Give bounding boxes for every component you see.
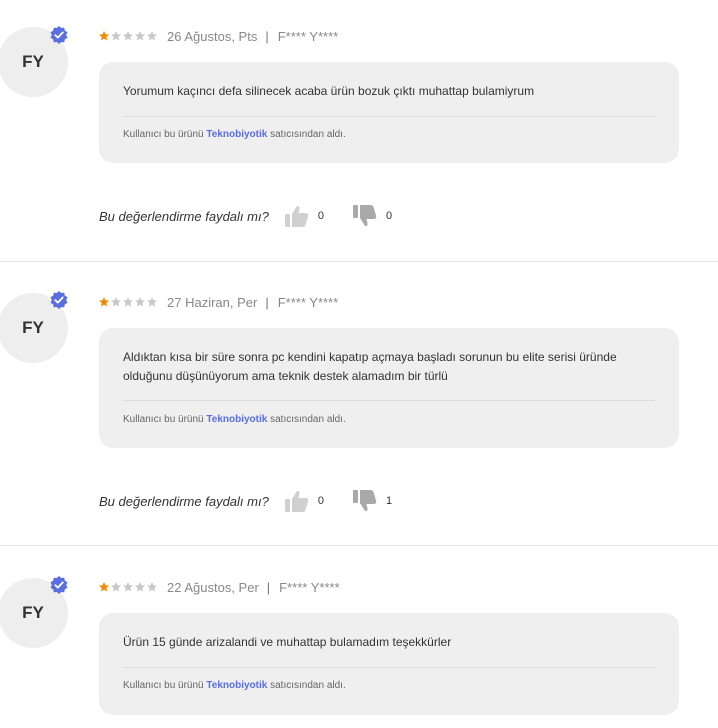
seller-suffix: satıcısından aldı. [270,414,346,425]
helpful-question: Bu değerlendirme faydalı mı? [99,493,269,509]
dislike-button[interactable]: 0 [352,204,392,228]
avatar-initials: FY [22,318,44,337]
star-empty-icon [135,297,145,307]
seller-info: Kullanıcı bu ürünü Teknobiyotik satıcısı… [123,680,346,691]
reviewer-name: F**** Y**** [279,579,340,595]
helpful-row: Bu değerlendirme faydalı mı? 0 0 [99,204,392,228]
comment-text: Ürün 15 günde arizalandi ve muhattap bul… [123,635,452,649]
star-rating [98,30,158,42]
meta-separator: | [265,294,269,310]
star-empty-icon [135,31,145,41]
review-date: 27 Haziran, Per [167,294,258,310]
comment-text: Aldıktan kısa bir süre sonra pc kendini … [123,350,617,383]
like-button[interactable]: 0 [284,204,324,228]
seller-prefix: Kullanıcı bu ürünü [123,129,204,140]
helpful-row: Bu değerlendirme faydalı mı? 0 1 [99,489,392,513]
seller-prefix: Kullanıcı bu ürünü [123,414,204,425]
seller-link[interactable]: Teknobiyotik [206,680,267,691]
seller-suffix: satıcısından aldı. [270,129,346,140]
review-separator [0,261,718,262]
like-button[interactable]: 0 [284,489,324,513]
reviewer-name: F**** Y**** [277,294,339,310]
star-empty-icon [147,31,157,41]
star-empty-icon [111,297,121,307]
avatar-initials: FY [22,603,44,622]
divider [123,667,655,668]
seller-prefix: Kullanıcı bu ürünü [123,680,204,691]
review-date: 22 Ağustos, Per [167,579,259,595]
thumbs-down-icon [352,490,377,512]
like-count: 0 [317,210,324,222]
verified-badge-icon [50,26,68,44]
star-empty-icon [147,297,157,307]
seller-suffix: satıcısından aldı. [270,680,346,691]
verified-badge-icon [50,576,68,594]
comment-bubble: Ürün 15 günde arizalandi ve muhattap bul… [99,613,679,715]
star-empty-icon [147,582,157,592]
comment-text: Yorumum kaçıncı defa silinecek acaba ürü… [123,84,535,98]
star-filled-icon [99,582,109,592]
star-empty-icon [123,297,133,307]
helpful-question: Bu değerlendirme faydalı mı? [99,208,269,224]
divider [123,400,655,401]
review-date: 26 Ağustos, Pts [167,28,258,44]
review-card: FY 26 Ağustos, Pts | F**** Y**** Yorumum… [0,0,718,262]
review-meta: 26 Ağustos, Pts | F**** Y**** [98,28,338,44]
star-empty-icon [123,31,133,41]
avatar-initials: FY [22,52,44,71]
comment-bubble: Yorumum kaçıncı defa silinecek acaba ürü… [99,62,679,163]
reviewer-name: F**** Y**** [277,28,339,44]
dislike-count: 1 [385,495,393,507]
dislike-count: 0 [385,210,393,222]
star-filled-icon [99,297,109,307]
comment-bubble: Aldıktan kısa bir süre sonra pc kendini … [99,328,679,448]
thumbs-down-icon [352,205,377,227]
star-rating [98,581,158,593]
dislike-button[interactable]: 1 [352,489,392,513]
thumbs-up-icon [284,205,309,227]
seller-info: Kullanıcı bu ürünü Teknobiyotik satıcısı… [123,414,346,425]
star-empty-icon [123,582,133,592]
review-separator [0,545,718,546]
review-card: FY 22 Ağustos, Per | F**** Y**** Ürün 15… [0,551,718,728]
like-count: 0 [317,495,324,507]
star-empty-icon [111,31,121,41]
seller-link[interactable]: Teknobiyotik [206,129,267,140]
meta-separator: | [265,28,269,44]
star-empty-icon [135,582,145,592]
star-filled-icon [99,31,109,41]
verified-badge-icon [50,291,68,309]
star-rating [98,296,158,308]
meta-separator: | [266,579,271,595]
seller-link[interactable]: Teknobiyotik [206,414,267,425]
star-empty-icon [111,582,121,592]
review-card: FY 27 Haziran, Per | F**** Y**** Aldıkta… [0,266,718,546]
seller-info: Kullanıcı bu ürünü Teknobiyotik satıcısı… [123,129,346,140]
divider [123,116,655,117]
thumbs-up-icon [284,490,309,512]
review-meta: 22 Ağustos, Per | F**** Y**** [98,579,340,595]
review-meta: 27 Haziran, Per | F**** Y**** [98,294,338,310]
